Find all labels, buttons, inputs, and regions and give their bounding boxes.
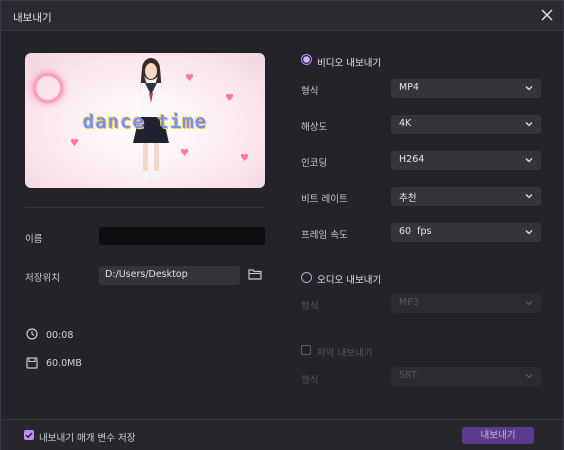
subtitle-export-label: 자막 내보내기 (317, 348, 373, 359)
heart-decoration: ♥ (225, 93, 234, 104)
save-disk-icon (26, 357, 38, 369)
heart-decoration: ♥ (240, 153, 249, 164)
encoding-select[interactable]: H264 (391, 151, 541, 170)
bitrate-label: 비트 레이트 (301, 194, 348, 205)
check-icon (25, 432, 33, 439)
framerate-select[interactable]: 60 fps (391, 223, 541, 242)
format-select[interactable]: MP4 (391, 79, 541, 98)
video-export-radio[interactable] (301, 54, 312, 65)
export-button[interactable]: 내보내기 (462, 427, 534, 444)
encoding-label: 인코딩 (301, 158, 328, 169)
chevron-down-icon (525, 86, 533, 91)
save-location-label: 저장위치 (25, 273, 60, 284)
video-preview-thumbnail: ♥ ♥ ♥ ♥ ♥ dance time (25, 53, 265, 188)
duration-text: 00:08 (46, 330, 74, 341)
audio-format-label: 형식 (301, 301, 319, 312)
preview-overlay-text: dance time (82, 111, 208, 133)
export-dialog: 내보내기 ♥ ♥ ♥ ♥ ♥ dance time 이름 저장위치 D:/Use… (0, 0, 564, 450)
dialog-title: 내보내기 (13, 12, 52, 24)
chevron-down-icon (525, 194, 533, 199)
framerate-label: 프레임 속도 (301, 230, 348, 241)
resolution-select[interactable]: 4K (391, 115, 541, 134)
audio-export-title: 오디오 내보내기 (317, 275, 382, 286)
bitrate-value: 추천 (399, 193, 417, 204)
clock-icon (26, 328, 38, 340)
bitrate-select[interactable]: 추천 (391, 187, 541, 206)
save-location-field[interactable]: D:/Users/Desktop (99, 266, 240, 285)
close-icon[interactable] (539, 7, 555, 23)
name-label: 이름 (25, 234, 43, 245)
subtitle-format-label: 형식 (301, 375, 319, 386)
audio-format-value: MP3 (399, 297, 419, 308)
chevron-down-icon (525, 158, 533, 163)
heart-decoration: ♥ (70, 138, 79, 149)
save-params-checkbox[interactable] (24, 430, 34, 440)
name-input[interactable] (99, 227, 265, 245)
chevron-down-icon (525, 122, 533, 127)
filesize-text: 60.0MB (46, 358, 82, 369)
heart-decoration: ♥ (185, 73, 194, 84)
divider (25, 207, 265, 208)
subtitle-format-select[interactable]: SRT (391, 367, 541, 386)
heart-decoration: ♥ (180, 148, 189, 159)
format-label: 형식 (301, 86, 319, 97)
format-value: MP4 (399, 82, 419, 93)
title-bar: 내보내기 (1, 1, 563, 31)
subtitle-format-value: SRT (399, 370, 417, 381)
heart-ring-decoration (33, 73, 63, 103)
chevron-down-icon (525, 301, 533, 306)
resolution-value: 4K (399, 118, 412, 129)
encoding-value: H264 (399, 154, 425, 165)
subtitle-export-checkbox[interactable] (301, 345, 311, 355)
audio-export-radio[interactable] (301, 272, 312, 283)
folder-icon[interactable] (248, 268, 262, 280)
resolution-label: 해상도 (301, 122, 328, 133)
audio-format-select[interactable]: MP3 (391, 294, 541, 313)
video-export-title: 비디오 내보내기 (317, 58, 382, 69)
save-params-label: 내보내기 매개 변수 저장 (39, 433, 136, 444)
framerate-value: 60 fps (399, 226, 432, 237)
chevron-down-icon (525, 230, 533, 235)
chevron-down-icon (525, 374, 533, 379)
